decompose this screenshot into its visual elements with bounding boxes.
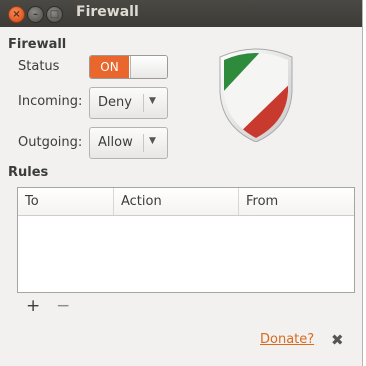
firewall-window: × – □ Firewall Firewall Status ON Incomi… (0, 0, 363, 366)
outgoing-label: Outgoing: (18, 135, 83, 150)
close-icon: × (12, 9, 21, 20)
window-title: Firewall (76, 4, 139, 20)
maximize-icon: □ (49, 9, 60, 20)
column-header-to[interactable]: To (18, 188, 114, 215)
column-header-from[interactable]: From (239, 188, 352, 215)
rules-table-header: To Action From (18, 188, 354, 216)
window-close-button[interactable]: × (8, 6, 25, 23)
status-toggle-on-text: ON (90, 56, 129, 78)
minimize-icon: – (33, 9, 38, 20)
combo-separator (143, 134, 144, 152)
donate-link[interactable]: Donate? (260, 332, 314, 347)
status-toggle[interactable]: ON (89, 55, 168, 79)
combo-separator (143, 94, 144, 112)
status-label: Status (18, 59, 60, 74)
close-icon[interactable]: ✖ (331, 331, 344, 349)
rules-table[interactable]: To Action From (17, 187, 355, 293)
window-maximize-button[interactable]: □ (46, 6, 63, 23)
incoming-value: Deny (98, 95, 132, 110)
firewall-shield-icon (219, 48, 293, 142)
firewall-section-title: Firewall (8, 37, 67, 52)
window-minimize-button[interactable]: – (27, 6, 44, 23)
incoming-label: Incoming: (18, 94, 83, 109)
incoming-select[interactable]: Deny ▼ (89, 87, 168, 119)
outgoing-select[interactable]: Allow ▼ (89, 127, 168, 159)
dropdown-arrow-icon: ▼ (149, 136, 156, 146)
title-bar: × – □ Firewall (0, 0, 362, 27)
dropdown-arrow-icon: ▼ (149, 96, 156, 106)
outgoing-value: Allow (98, 135, 133, 150)
add-rule-button[interactable]: + (26, 296, 40, 316)
rules-section-title: Rules (8, 165, 49, 180)
toggle-knob (130, 56, 167, 78)
remove-rule-button[interactable]: − (56, 296, 70, 316)
column-header-action[interactable]: Action (114, 188, 239, 215)
